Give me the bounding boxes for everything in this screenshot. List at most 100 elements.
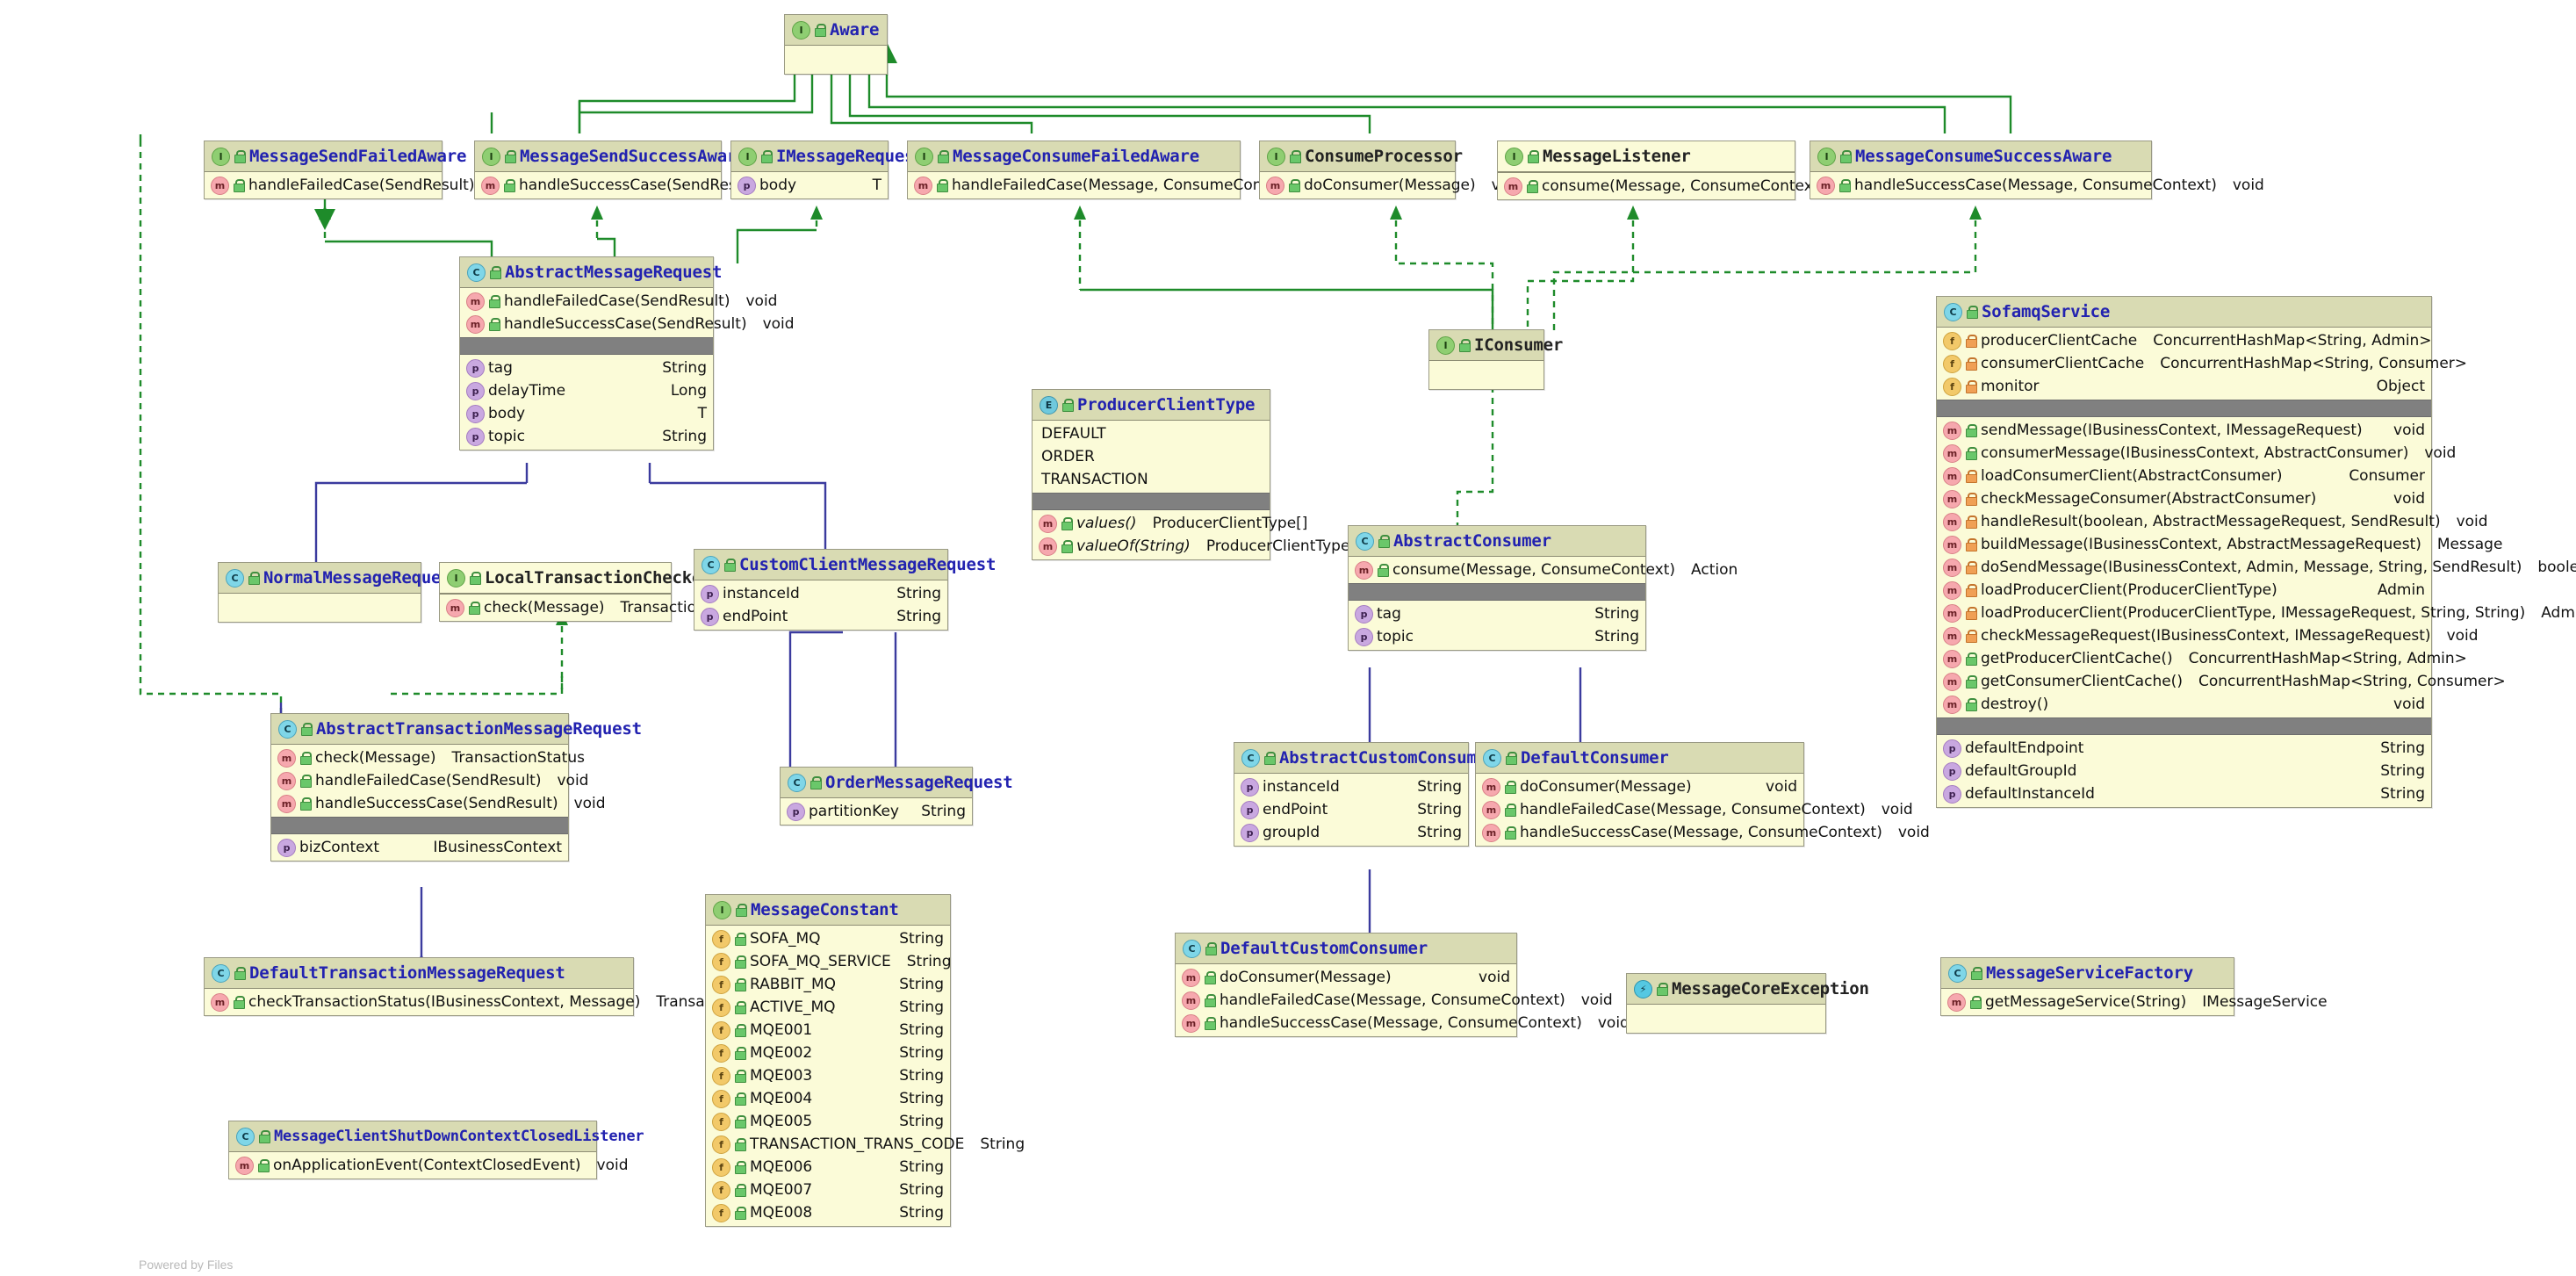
- member-row[interactable]: f MQE008 String: [706, 1201, 950, 1224]
- member-row[interactable]: f MQE004 String: [706, 1087, 950, 1110]
- member-row[interactable]: m getProducerClientCache() ConcurrentHas…: [1937, 647, 2467, 670]
- member-row[interactable]: f MQE007 String: [706, 1179, 950, 1201]
- member-row[interactable]: m handleSuccessCase(Message, ConsumeCont…: [1810, 174, 2264, 197]
- class-box-message-consume-failed-aware[interactable]: I MessageConsumeFailedAware m handleFail…: [907, 141, 1345, 199]
- member-row[interactable]: p bizContext IBusinessContext: [271, 836, 568, 859]
- member-row[interactable]: f ACTIVE_MQ String: [706, 996, 950, 1019]
- class-box-consume-processor[interactable]: I ConsumeProcessor m doConsumer(Message)…: [1259, 141, 1523, 199]
- class-box-message-send-failed-aware[interactable]: I MessageSendFailedAware m handleFailedC…: [204, 141, 522, 199]
- member-row[interactable]: f SOFA_MQ_SERVICE String: [706, 950, 951, 973]
- member-row[interactable]: m doConsumer(Message) void: [1176, 966, 1516, 989]
- member-row[interactable]: f TRANSACTION_TRANS_CODE String: [706, 1133, 1025, 1156]
- member-row[interactable]: m check(Message) TransactionStatus: [440, 596, 753, 619]
- member-row[interactable]: p topic String: [460, 425, 713, 448]
- member-row[interactable]: p body T: [460, 402, 713, 425]
- member-row[interactable]: m consume(Message, ConsumeContext) Actio…: [1498, 175, 1887, 198]
- member-row[interactable]: p defaultInstanceId String: [1937, 782, 2431, 805]
- member-row[interactable]: m getMessageService(String) IMessageServ…: [1941, 991, 2328, 1013]
- member-row[interactable]: p defaultGroupId String: [1937, 760, 2431, 782]
- member-row[interactable]: p instanceId String: [1234, 775, 1468, 798]
- member-row[interactable]: m loadProducerClient(ProducerClientType)…: [1937, 579, 2431, 602]
- enum-constant-row[interactable]: ORDER: [1033, 445, 1270, 468]
- member-row[interactable]: m checkMessageConsumer(AbstractConsumer)…: [1937, 487, 2431, 510]
- class-box-aware[interactable]: I Aware: [784, 14, 888, 75]
- class-box-local-transaction-checker[interactable]: I LocalTransactionChecker m check(Messag…: [439, 562, 753, 622]
- class-box-producer-client-type[interactable]: E ProducerClientType DEFAULT ORDER TRANS…: [1032, 389, 1349, 560]
- member-row[interactable]: m onApplicationEvent(ContextClosedEvent)…: [229, 1154, 629, 1177]
- member-row[interactable]: f RABBIT_MQ String: [706, 973, 950, 996]
- member-row[interactable]: m handleResult(boolean, AbstractMessageR…: [1937, 510, 2488, 533]
- class-box-order-message-request[interactable]: C OrderMessageRequest p partitionKey Str…: [780, 767, 1013, 825]
- member-row[interactable]: m consume(Message, ConsumeContext) Actio…: [1349, 559, 1738, 581]
- member-row[interactable]: m doConsumer(Message) void: [1476, 775, 1803, 798]
- class-box-sofamq-service[interactable]: C SofamqService f producerClientCache Co…: [1936, 296, 2576, 808]
- member-row[interactable]: m destroy() void: [1937, 693, 2431, 716]
- member-row[interactable]: m handleFailedCase(SendResult) void: [460, 290, 777, 313]
- member-row[interactable]: m doSendMessage(IBusinessContext, Admin,…: [1937, 556, 2576, 579]
- class-box-abstract-transaction-message-request[interactable]: C AbstractTransactionMessageRequest m ch…: [270, 713, 642, 861]
- member-row[interactable]: m handleFailedCase(Message, ConsumeConte…: [908, 174, 1345, 197]
- member-row[interactable]: m check(Message) TransactionStatus: [271, 746, 585, 769]
- class-box-message-core-exception[interactable]: ⚡ MessageCoreException: [1626, 973, 1869, 1034]
- class-box-message-client-shutdown-listener[interactable]: C MessageClientShutDownContextClosedList…: [228, 1121, 644, 1179]
- member-row[interactable]: f producerClientCache ConcurrentHashMap<…: [1937, 329, 2432, 352]
- class-box-message-send-success-aware[interactable]: I MessageSendSuccessAware m handleSucces…: [474, 141, 809, 199]
- member-row[interactable]: m valueOf(String) ProducerClientType: [1033, 535, 1349, 558]
- member-row[interactable]: f MQE001 String: [706, 1019, 950, 1042]
- member-row[interactable]: p tag String: [460, 357, 713, 379]
- member-row[interactable]: m consumerMessage(IBusinessContext, Abst…: [1937, 442, 2456, 465]
- member-row[interactable]: m handleSuccessCase(Message, ConsumeCont…: [1176, 1012, 1630, 1034]
- class-box-custom-client-message-request[interactable]: C CustomClientMessageRequest p instanceI…: [694, 549, 996, 631]
- member-row[interactable]: m loadProducerClient(ProducerClientType,…: [1937, 602, 2576, 624]
- member-row[interactable]: f MQE005 String: [706, 1110, 950, 1133]
- class-box-imessage-request[interactable]: I IMessageRequest p body T: [730, 141, 925, 199]
- member-row[interactable]: f consumerClientCache ConcurrentHashMap<…: [1937, 352, 2467, 375]
- member-row[interactable]: m handleSuccessCase(SendResult) void: [271, 792, 606, 815]
- enum-constant-row[interactable]: DEFAULT: [1033, 422, 1270, 445]
- member-row[interactable]: p delayTime Long: [460, 379, 713, 402]
- member-row[interactable]: p tag String: [1349, 602, 1645, 625]
- class-box-message-consume-success-aware[interactable]: I MessageConsumeSuccessAware m handleSuc…: [1810, 141, 2264, 199]
- member-row[interactable]: m values() ProducerClientType[]: [1033, 512, 1307, 535]
- member-row[interactable]: m handleSuccessCase(SendResult) void: [460, 313, 795, 335]
- member-row[interactable]: m sendMessage(IBusinessContext, IMessage…: [1937, 419, 2431, 442]
- member-row[interactable]: f MQE006 String: [706, 1156, 950, 1179]
- member-row[interactable]: m checkTransactionStatus(IBusinessContex…: [205, 991, 789, 1013]
- class-box-default-consumer[interactable]: C DefaultConsumer m doConsumer(Message) …: [1475, 742, 1930, 847]
- member-row[interactable]: m checkMessageRequest(IBusinessContext, …: [1937, 624, 2479, 647]
- member-row[interactable]: f SOFA_MQ String: [706, 927, 950, 950]
- member-row[interactable]: m handleFailedCase(Message, ConsumeConte…: [1476, 798, 1913, 821]
- enum-constant-row[interactable]: TRANSACTION: [1033, 468, 1270, 491]
- member-row[interactable]: m getConsumerClientCache() ConcurrentHas…: [1937, 670, 2506, 693]
- class-box-iconsumer[interactable]: I IConsumer: [1428, 329, 1563, 390]
- member-row[interactable]: p groupId String: [1234, 821, 1468, 844]
- class-box-abstract-consumer[interactable]: C AbstractConsumer m consume(Message, Co…: [1348, 525, 1738, 651]
- member-row[interactable]: p topic String: [1349, 625, 1645, 648]
- member-row[interactable]: p instanceId String: [694, 582, 947, 605]
- member-row[interactable]: m handleFailedCase(SendResult) void: [205, 174, 522, 197]
- class-box-message-service-factory[interactable]: C MessageServiceFactory m getMessageServ…: [1940, 957, 2328, 1016]
- member-row[interactable]: p endPoint String: [694, 605, 947, 628]
- member-row[interactable]: m handleFailedCase(Message, ConsumeConte…: [1176, 989, 1613, 1012]
- member-row[interactable]: m handleFailedCase(SendResult) void: [271, 769, 588, 792]
- class-box-normal-message-request[interactable]: C NormalMessageRequest: [218, 562, 461, 623]
- member-row[interactable]: m handleSuccessCase(SendResult) void: [475, 174, 809, 197]
- member-row[interactable]: f MQE003 String: [706, 1064, 950, 1087]
- class-name: MessageListener: [1543, 147, 1691, 166]
- member-row[interactable]: p body T: [731, 174, 888, 197]
- member-row[interactable]: m handleSuccessCase(Message, ConsumeCont…: [1476, 821, 1930, 844]
- class-box-default-custom-consumer[interactable]: C DefaultCustomConsumer m doConsumer(Mes…: [1175, 933, 1630, 1037]
- class-box-message-listener[interactable]: I MessageListener m consume(Message, Con…: [1497, 141, 1887, 200]
- member-row[interactable]: p defaultEndpoint String: [1937, 737, 2431, 760]
- class-box-abstract-message-request[interactable]: C AbstractMessageRequest m handleFailedC…: [459, 256, 795, 451]
- member-row[interactable]: f MQE002 String: [706, 1042, 950, 1064]
- member-row[interactable]: p partitionKey String: [781, 800, 972, 823]
- member-row[interactable]: m doConsumer(Message) void: [1260, 174, 1523, 197]
- class-box-abstract-custom-consumer[interactable]: C AbstractCustomConsumer p instanceId St…: [1234, 742, 1496, 847]
- class-box-default-transaction-message-request[interactable]: C DefaultTransactionMessageRequest m che…: [204, 957, 789, 1016]
- member-row[interactable]: f monitor Object: [1937, 375, 2431, 398]
- member-row[interactable]: m loadConsumerClient(AbstractConsumer) C…: [1937, 465, 2431, 487]
- class-box-message-constant[interactable]: I MessageConstant f SOFA_MQ String f SOF…: [705, 894, 1025, 1227]
- member-row[interactable]: m buildMessage(IBusinessContext, Abstrac…: [1937, 533, 2502, 556]
- member-row[interactable]: p endPoint String: [1234, 798, 1468, 821]
